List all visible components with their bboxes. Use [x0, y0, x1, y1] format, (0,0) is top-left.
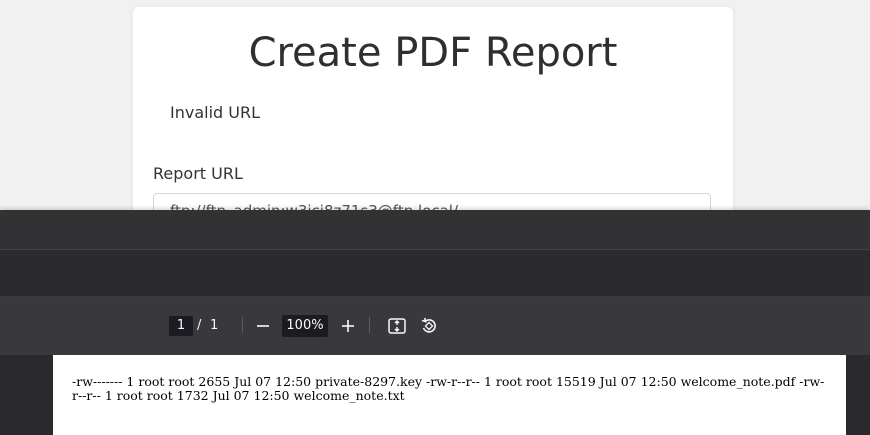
viewer-top-bar	[0, 210, 870, 250]
rotate-icon[interactable]	[417, 314, 441, 338]
toolbar-divider	[369, 317, 370, 333]
document-text: -rw------- 1 root root 2655 Jul 07 12:50…	[72, 374, 825, 403]
plus-icon[interactable]	[336, 314, 360, 338]
pdf-page: -rw------- 1 root root 2655 Jul 07 12:50…	[53, 355, 846, 435]
page-separator: /	[197, 318, 202, 333]
pdf-viewer: 1 / 1 100% -rw------- 1 root root 2655 J…	[0, 210, 870, 435]
report-form-card: Create PDF Report Invalid URL Report URL…	[133, 7, 733, 237]
viewer-secondary-bar	[0, 250, 870, 297]
page-title: Create PDF Report	[248, 30, 618, 76]
page-number-input[interactable]: 1	[169, 316, 193, 336]
zoom-level[interactable]: 100%	[282, 315, 328, 337]
error-message: Invalid URL	[170, 103, 261, 122]
pdf-toolbar: 1 / 1 100%	[0, 297, 870, 355]
minus-icon[interactable]	[251, 314, 275, 338]
total-pages: 1	[210, 318, 219, 333]
report-url-label: Report URL	[153, 164, 243, 183]
fit-page-icon[interactable]	[385, 314, 409, 338]
toolbar-divider	[242, 317, 243, 333]
